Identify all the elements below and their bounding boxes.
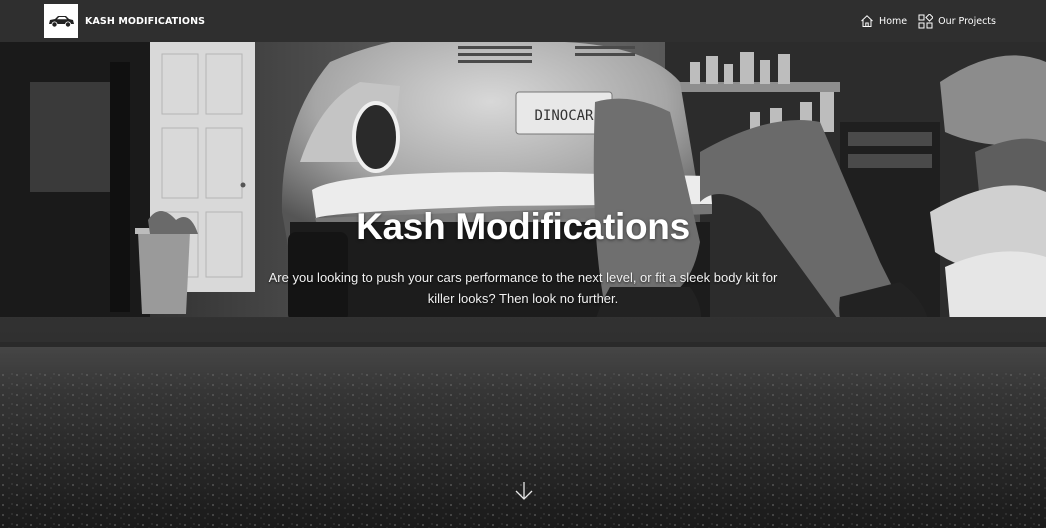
home-icon (861, 15, 873, 27)
nav-home-link[interactable]: Home (860, 14, 907, 28)
hero-subtitle: Are you looking to push your cars perfor… (268, 270, 778, 306)
nav-projects-link[interactable]: Our Projects (918, 13, 996, 29)
grid-icon (918, 13, 934, 28)
hero-title: Kash Modifications (356, 206, 690, 247)
brand-name[interactable]: KASH MODIFICATIONS (85, 16, 205, 27)
car-icon (49, 16, 74, 28)
logo[interactable] (44, 4, 78, 38)
top-navbar: KASH MODIFICATIONS Home Our Projects (0, 0, 1046, 42)
nav-projects-label[interactable]: Our Projects (938, 16, 996, 27)
license-plate-text: DINOCAR (534, 108, 594, 124)
arrow-down-icon (515, 482, 533, 500)
scroll-down-button[interactable] (514, 480, 534, 502)
nav-links: Home Our Projects (860, 13, 996, 29)
nav-home-label[interactable]: Home (879, 16, 907, 27)
hero-section: DINOCAR Kash Modifications Are you looki… (0, 42, 1046, 528)
brand[interactable]: KASH MODIFICATIONS (44, 4, 205, 38)
